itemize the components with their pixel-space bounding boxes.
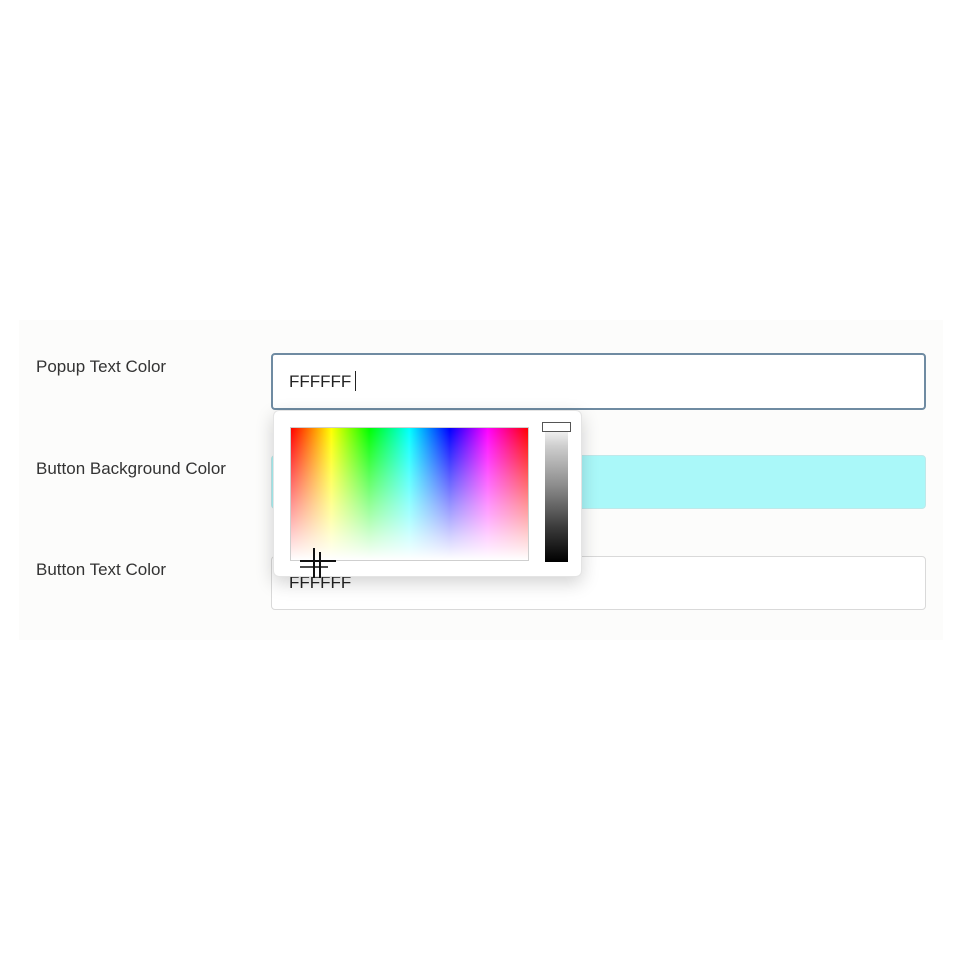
popup-text-color-input[interactable] — [271, 353, 926, 410]
color-spectrum[interactable] — [290, 427, 529, 561]
saturation-gradient — [291, 428, 528, 560]
popup-text-color-label: Popup Text Color — [36, 357, 167, 376]
button-background-color-label: Button Background Color — [36, 459, 226, 478]
lightness-slider[interactable] — [545, 425, 568, 562]
crosshair-icon — [300, 548, 336, 578]
lightness-slider-handle[interactable] — [542, 422, 571, 432]
button-text-color-label: Button Text Color — [36, 560, 167, 579]
text-caret — [355, 371, 356, 391]
